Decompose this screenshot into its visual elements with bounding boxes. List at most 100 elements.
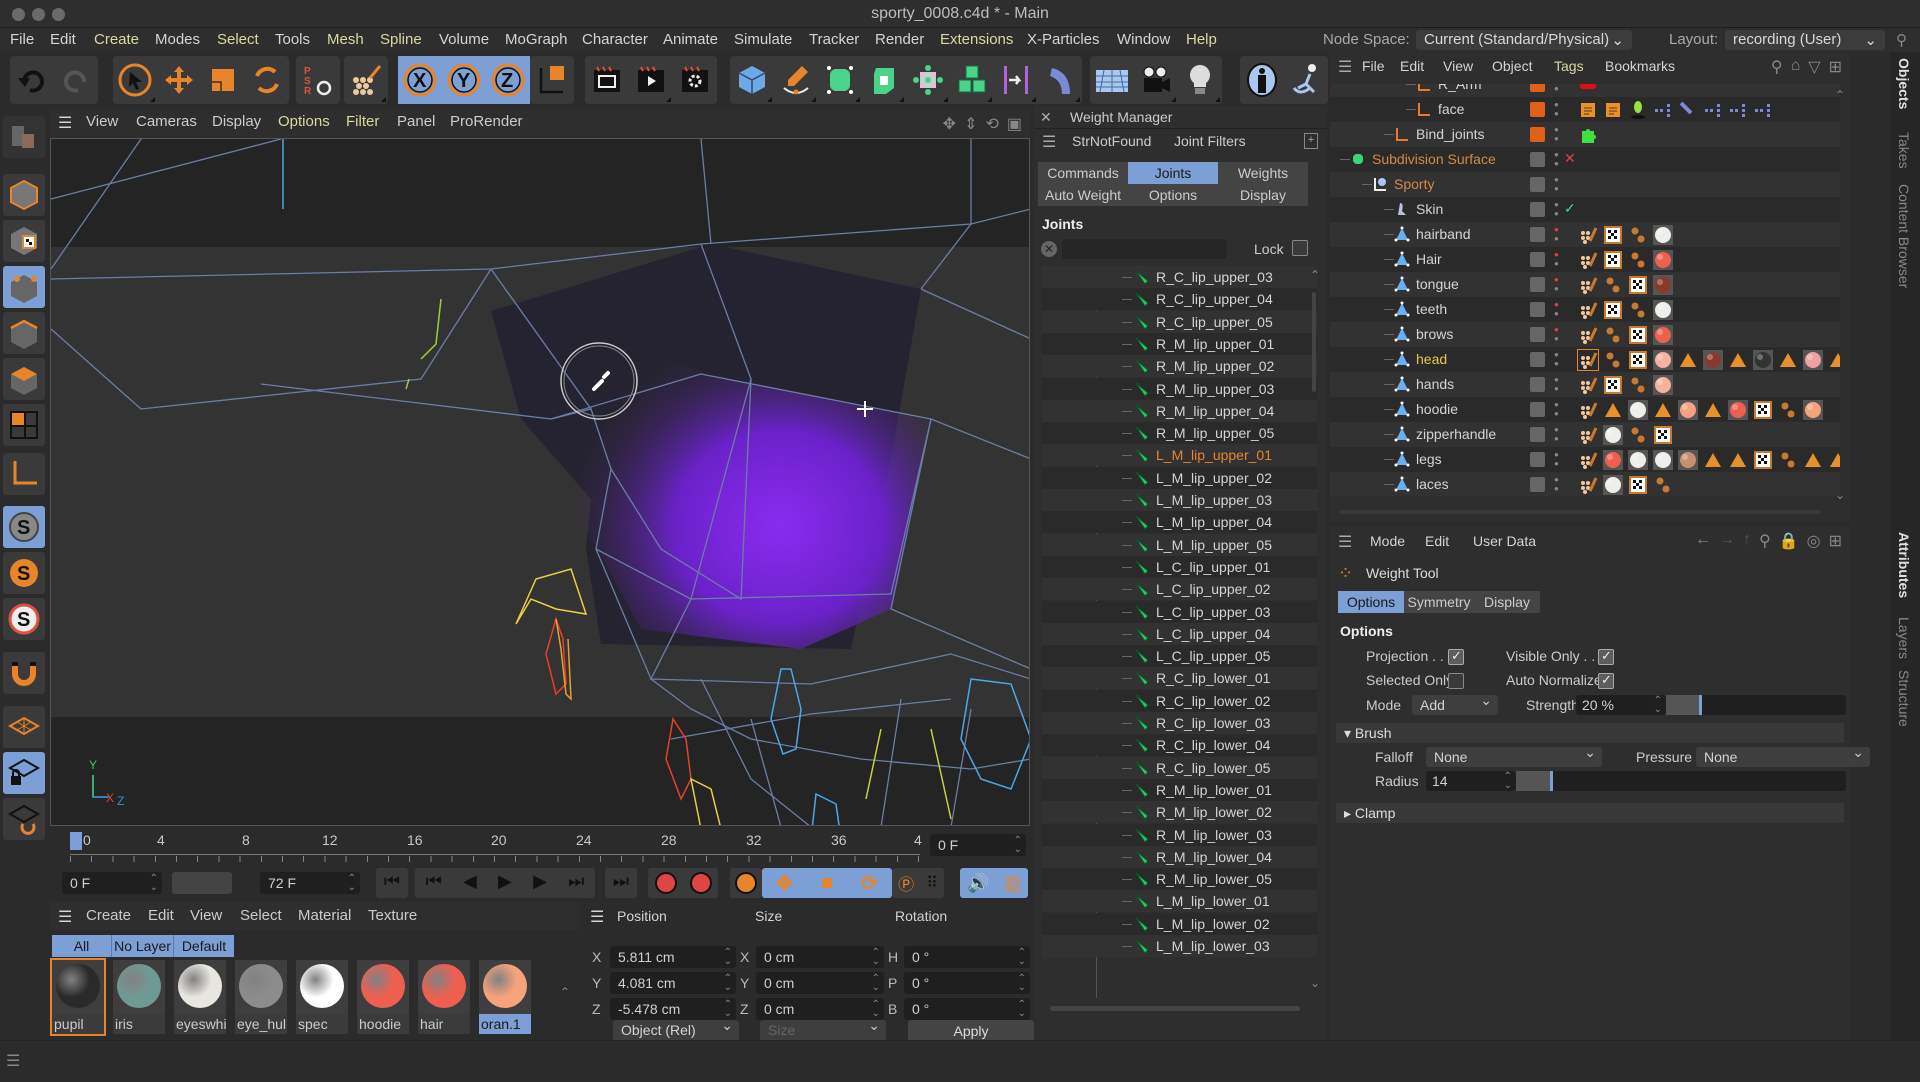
object-row[interactable]: hairband ● ● <box>1330 222 1840 247</box>
viewport-menu-options[interactable]: Options <box>278 113 330 130</box>
visible-only-checkbox[interactable] <box>1598 648 1614 665</box>
layer-color-swatch[interactable] <box>1530 327 1545 342</box>
key-rotation-toggle[interactable]: ⟳ <box>861 871 878 896</box>
weight-tag-icon[interactable] <box>1578 325 1598 345</box>
visibility-dots[interactable]: ●● <box>1554 150 1560 168</box>
polygon-selection-tag-icon[interactable] <box>1778 350 1798 370</box>
material-tag-icon[interactable] <box>1728 400 1748 420</box>
current-frame-field[interactable]: 0 F ⌃ ⌄ <box>930 834 1026 856</box>
wm-tab-auto-weight[interactable]: Auto Weight <box>1038 184 1128 206</box>
ik-button[interactable] <box>1284 56 1328 104</box>
am-menu-mode[interactable]: Mode <box>1370 533 1405 549</box>
undo-button[interactable] <box>10 56 54 104</box>
material-menu-edit[interactable]: Edit <box>148 907 174 924</box>
layer-color-swatch[interactable] <box>1530 277 1545 292</box>
joint-row[interactable]: R_M_lip_lower_01 <box>1042 778 1317 801</box>
wm-menu-strnotfound[interactable]: StrNotFound <box>1072 133 1151 149</box>
lock-icon[interactable]: 🔒 <box>1779 531 1799 551</box>
joint-row[interactable]: R_C_lip_upper_04 <box>1042 288 1317 311</box>
material-tag-icon[interactable] <box>1603 475 1623 495</box>
menu-tools[interactable]: Tools <box>275 31 310 48</box>
radius-slider[interactable] <box>1516 771 1846 791</box>
object-name[interactable]: Bind_joints <box>1416 126 1485 142</box>
weight-tool-button[interactable] <box>344 56 388 104</box>
size-mode-select[interactable]: Size <box>760 1017 886 1042</box>
radius-field[interactable]: 14 ⌃ ⌄ <box>1426 771 1516 791</box>
brush-group-header[interactable]: ▾ Brush <box>1336 723 1844 743</box>
layer-color-swatch[interactable] <box>1530 302 1545 317</box>
menu-window[interactable]: Window <box>1117 31 1170 48</box>
size-field[interactable]: 0 cm ⌃ ⌄ <box>756 972 884 994</box>
joint-row[interactable]: R_C_lip_upper_05 <box>1042 310 1317 333</box>
annotation-tag-icon[interactable] <box>1578 100 1598 120</box>
material-swatch[interactable]: spec <box>296 960 348 1034</box>
object-row[interactable]: Skin ● ● ✓ <box>1330 197 1840 222</box>
material-tag-icon[interactable] <box>1653 325 1673 345</box>
strength-slider[interactable] <box>1666 695 1846 715</box>
hamburger-menu-icon[interactable]: ☰ <box>1042 132 1056 152</box>
uvw-tag-icon[interactable] <box>1603 250 1623 270</box>
magnet-button[interactable] <box>3 652 45 694</box>
material-menu-texture[interactable]: Texture <box>368 907 417 924</box>
selection-tag-icon[interactable] <box>1778 400 1798 420</box>
joint-row[interactable]: L_C_lip_upper_01 <box>1042 555 1317 578</box>
end-frame-field[interactable]: 72 F ⌃ ⌄ <box>260 872 360 894</box>
layer-color-swatch[interactable] <box>1530 102 1545 117</box>
om-menu-file[interactable]: File <box>1362 58 1385 74</box>
layer-color-swatch[interactable] <box>1530 127 1545 142</box>
target-icon[interactable]: ◎ <box>1807 531 1821 551</box>
menu-select[interactable]: Select <box>217 31 259 48</box>
object-row[interactable]: teeth ● ● <box>1330 297 1840 322</box>
menu-create[interactable]: Create <box>94 31 139 48</box>
polygon-selection-tag-icon[interactable] <box>1703 400 1723 420</box>
object-name[interactable]: tongue <box>1416 276 1459 292</box>
position-field[interactable]: 5.811 cm ⌃ ⌄ <box>610 946 736 968</box>
material-tag-icon[interactable] <box>1653 275 1673 295</box>
scale-tool[interactable] <box>201 56 245 104</box>
apply-button[interactable]: Apply <box>908 1020 1034 1042</box>
strength-field[interactable]: 20 % ⌃ ⌄ <box>1576 695 1666 715</box>
polygon-selection-tag-icon[interactable] <box>1678 350 1698 370</box>
key-point-level-toggle[interactable]: ⠿ <box>926 873 938 893</box>
object-row[interactable]: hoodie ● ● <box>1330 397 1840 422</box>
material-swatch[interactable]: hoodie <box>357 960 409 1034</box>
uvw-tag-icon[interactable] <box>1753 450 1773 470</box>
material-swatch[interactable]: hair <box>418 960 470 1034</box>
material-tag-icon[interactable] <box>1653 375 1673 395</box>
material-menu-create[interactable]: Create <box>86 907 131 924</box>
camera-button[interactable] <box>1134 56 1178 104</box>
am-menu-edit[interactable]: Edit <box>1425 533 1449 549</box>
enabled-check-icon[interactable]: ✓ <box>1564 200 1576 217</box>
material-swatch[interactable]: eye_hull <box>235 960 287 1034</box>
joint-row[interactable]: L_M_lip_upper_05 <box>1042 533 1317 556</box>
joint-row[interactable]: L_C_lip_upper_05 <box>1042 645 1317 668</box>
object-row[interactable]: Bind_joints ● ● <box>1330 122 1840 147</box>
scroll-down-icon[interactable]: ⌄ <box>1310 976 1320 990</box>
menu-x-particles[interactable]: X-Particles <box>1027 31 1100 48</box>
joint-row[interactable]: L_M_lip_lower_01 <box>1042 890 1317 913</box>
joint-row[interactable]: L_M_lip_lower_03 <box>1042 935 1317 957</box>
selection-tag-icon[interactable] <box>1653 475 1673 495</box>
object-row[interactable]: Subdivision Surface ● ● ✕ <box>1330 147 1840 172</box>
viewport-menu-display[interactable]: Display <box>212 113 261 130</box>
hamburger-menu-icon[interactable]: ☰ <box>58 907 72 927</box>
model-mode-button[interactable] <box>3 174 45 216</box>
auto-normalize-checkbox[interactable] <box>1598 672 1614 689</box>
new-panel-icon[interactable]: + <box>1304 133 1318 149</box>
disabled-x-icon[interactable]: ✕ <box>1564 150 1576 167</box>
visibility-dots[interactable]: ●● <box>1554 300 1560 318</box>
locked-workplane-button[interactable] <box>3 752 45 794</box>
menu-spline[interactable]: Spline <box>380 31 422 48</box>
polygon-selection-tag-icon[interactable] <box>1828 350 1840 370</box>
wm-menu-joint-filters[interactable]: Joint Filters <box>1174 133 1246 149</box>
weight-tag-icon[interactable] <box>1578 300 1598 320</box>
play-button[interactable]: ▶ <box>498 871 512 898</box>
joint-row[interactable]: L_C_lip_upper_04 <box>1042 622 1317 645</box>
material-swatch[interactable]: pupil <box>50 958 106 1036</box>
joint-row[interactable]: L_C_lip_upper_02 <box>1042 578 1317 601</box>
home-icon[interactable]: ⌂ <box>1791 57 1801 77</box>
keyframe-settings-button[interactable] <box>735 872 757 894</box>
object-name[interactable]: legs <box>1416 451 1442 467</box>
joint-row[interactable]: L_M_lip_upper_02 <box>1042 466 1317 489</box>
previous-frame-button[interactable]: ◀ <box>463 871 477 898</box>
